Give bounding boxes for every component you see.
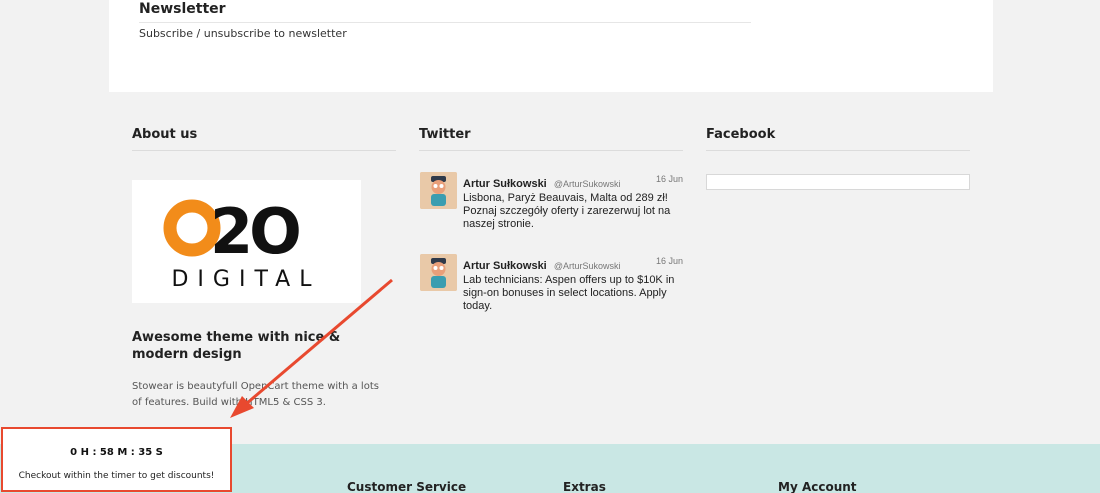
tweet-text: Lab technicians: Aspen offers up to $10K… <box>463 274 675 312</box>
my-account-title: My Account <box>778 480 857 493</box>
svg-text:2O: 2O <box>210 195 299 268</box>
twitter-title: Twitter <box>419 127 471 142</box>
tweet-date[interactable]: 16 Jun <box>656 256 683 266</box>
facebook-widget[interactable] <box>706 174 970 190</box>
tweet-author[interactable]: Artur Sułkowski <box>463 260 547 272</box>
divider <box>706 150 970 151</box>
countdown-timer: 0 H : 58 M : 35 S <box>70 447 163 458</box>
cartoon-police-avatar-icon[interactable] <box>420 172 457 209</box>
tweet-date[interactable]: 16 Jun <box>656 174 683 184</box>
tweet-body: Artur Sułkowski @ArturSukowski 16 Jun La… <box>463 254 683 313</box>
cartoon-police-avatar-icon[interactable] <box>420 254 457 291</box>
about-heading: Awesome theme with nice & modern design <box>132 330 341 362</box>
tweet-text: Lisbona, Paryż Beauvais, Malta od 289 zł… <box>463 192 671 230</box>
tweet-body: Artur Sułkowski @ArturSukowski 16 Jun Li… <box>463 172 683 231</box>
extras-title: Extras <box>563 480 606 493</box>
about-description: Stowear is beautyfull OpenCart theme wit… <box>132 381 379 408</box>
tweet-handle[interactable]: @ArturSukowski <box>554 179 621 189</box>
divider <box>132 150 396 151</box>
newsletter-panel: Newsletter Subscribe / unsubscribe to ne… <box>109 0 993 92</box>
newsletter-title: Newsletter <box>139 1 226 17</box>
divider <box>139 22 751 23</box>
newsletter-subscribe-link[interactable]: Subscribe / unsubscribe to newsletter <box>139 27 347 40</box>
customer-service-title: Customer Service <box>347 480 467 493</box>
tweet-author[interactable]: Artur Sułkowski <box>463 178 547 190</box>
divider <box>419 150 683 151</box>
discount-timer-popup[interactable]: 0 H : 58 M : 35 S Checkout within the ti… <box>1 427 232 492</box>
logo-subtext: DIGITAL <box>171 267 320 292</box>
tweet-handle[interactable]: @ArturSukowski <box>554 261 621 271</box>
company-logo: 2O DIGITAL <box>132 180 361 303</box>
about-us-title: About us <box>132 127 198 142</box>
timer-message: Checkout within the timer to get discoun… <box>18 471 215 481</box>
facebook-title: Facebook <box>706 127 776 142</box>
